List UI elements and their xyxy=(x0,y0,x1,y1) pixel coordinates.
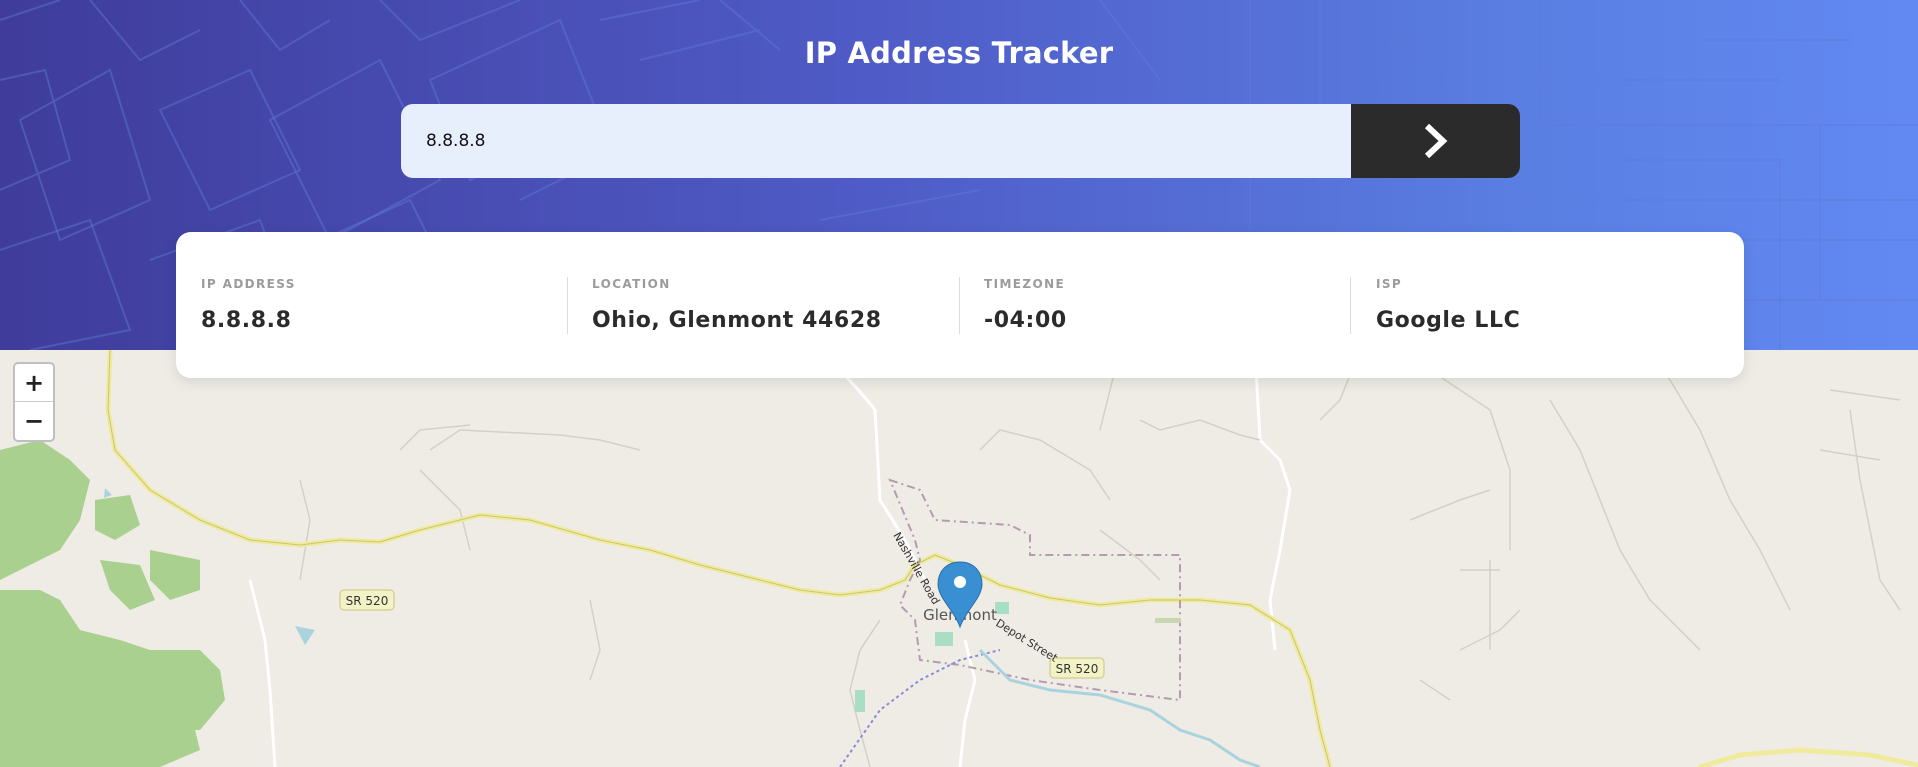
page-title: IP Address Tracker xyxy=(804,36,1114,70)
timezone-label: TIMEZONE xyxy=(984,277,1066,291)
road-label-sr520: SR 520 xyxy=(346,594,389,608)
map-tiles: SR 520 SR 520 Nashville Road Depot Stree… xyxy=(0,350,1918,767)
info-timezone: TIMEZONE -04:00 xyxy=(984,277,1067,333)
info-isp: ISP Google LLC xyxy=(1376,277,1520,333)
chevron-right-icon xyxy=(1424,123,1447,159)
info-ip-address: IP ADDRESS 8.8.8.8 xyxy=(201,277,296,333)
location-value: Ohio, Glenmont 44628 xyxy=(592,308,882,333)
info-divider xyxy=(959,277,960,334)
road-label-sr520: SR 520 xyxy=(1056,662,1099,676)
timezone-value: -04:00 xyxy=(984,308,1067,333)
ip-address-label: IP ADDRESS xyxy=(201,277,296,291)
search-form xyxy=(401,104,1520,178)
park-area xyxy=(855,690,865,712)
info-location: LOCATION Ohio, Glenmont 44628 xyxy=(592,277,882,333)
park-area xyxy=(935,632,953,646)
zoom-in-button[interactable]: + xyxy=(15,364,53,402)
search-submit-button[interactable] xyxy=(1351,104,1520,178)
ip-info-card: IP ADDRESS 8.8.8.8 LOCATION Ohio, Glenmo… xyxy=(176,232,1744,378)
ip-address-value: 8.8.8.8 xyxy=(201,308,292,333)
isp-label: ISP xyxy=(1376,277,1403,291)
info-divider xyxy=(567,277,568,334)
location-label: LOCATION xyxy=(592,277,671,291)
ip-search-input[interactable] xyxy=(401,104,1351,178)
info-divider xyxy=(1350,277,1351,334)
zoom-out-button[interactable]: − xyxy=(15,402,53,439)
park-area xyxy=(995,602,1009,614)
map-view[interactable]: SR 520 SR 520 Nashville Road Depot Stree… xyxy=(0,350,1918,767)
isp-value: Google LLC xyxy=(1376,308,1521,333)
map-zoom-control: + − xyxy=(13,362,55,442)
